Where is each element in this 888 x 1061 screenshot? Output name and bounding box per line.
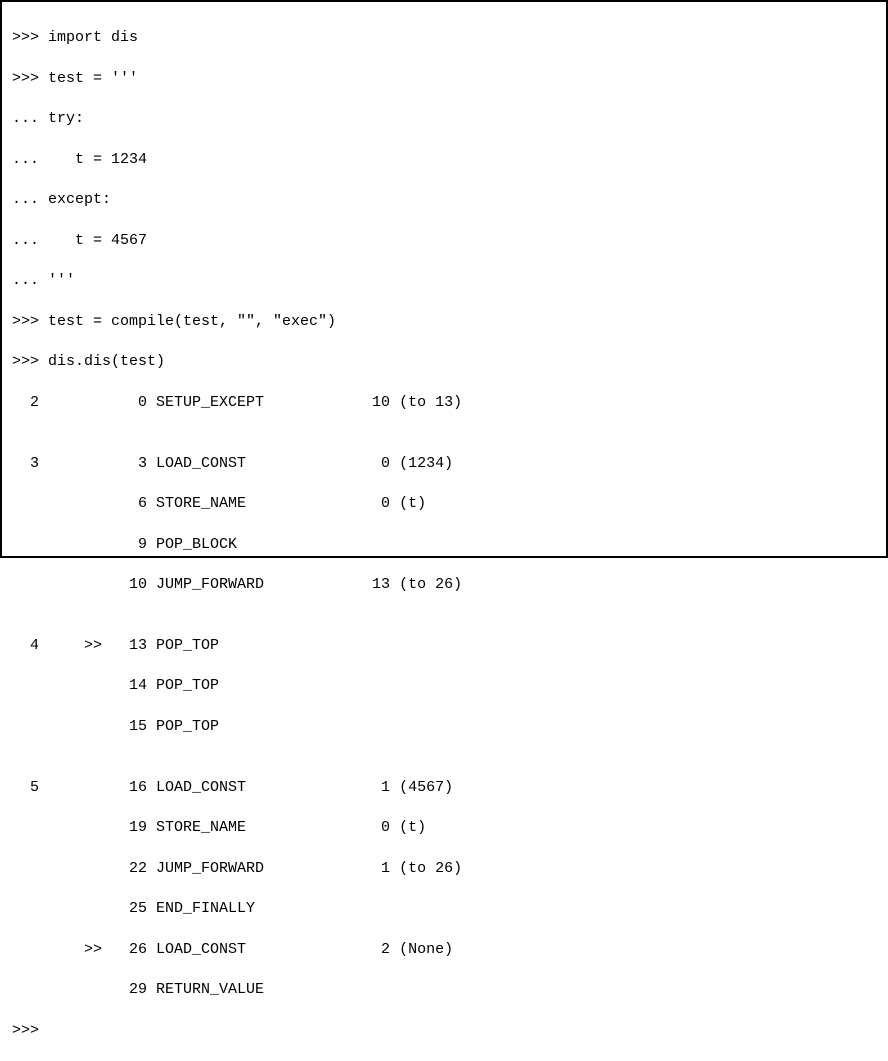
dis-output-line: 10 JUMP_FORWARD 13 (to 26) [12,575,876,595]
dis-output-line: 9 POP_BLOCK [12,535,876,555]
dis-output-line: 15 POP_TOP [12,717,876,737]
dis-output-line: 14 POP_TOP [12,676,876,696]
python-repl-terminal[interactable]: >>> import dis >>> test = ''' ... try: .… [0,0,888,558]
repl-line: ... ''' [12,271,876,291]
repl-line: >>> import dis [12,28,876,48]
dis-output-line: 5 16 LOAD_CONST 1 (4567) [12,778,876,798]
repl-line: ... t = 4567 [12,231,876,251]
repl-line: ... except: [12,190,876,210]
repl-line: ... t = 1234 [12,150,876,170]
dis-output-line: 22 JUMP_FORWARD 1 (to 26) [12,859,876,879]
dis-output-line: 4 >> 13 POP_TOP [12,636,876,656]
repl-line: ... try: [12,109,876,129]
dis-output-line: 19 STORE_NAME 0 (t) [12,818,876,838]
dis-output-line: 25 END_FINALLY [12,899,876,919]
dis-output-line: 3 3 LOAD_CONST 0 (1234) [12,454,876,474]
repl-line: >>> test = compile(test, "", "exec") [12,312,876,332]
dis-output-line: 29 RETURN_VALUE [12,980,876,1000]
repl-prompt: >>> [12,1021,876,1041]
dis-output-line: >> 26 LOAD_CONST 2 (None) [12,940,876,960]
repl-line: >>> dis.dis(test) [12,352,876,372]
dis-output-line: 2 0 SETUP_EXCEPT 10 (to 13) [12,393,876,413]
repl-line: >>> test = ''' [12,69,876,89]
dis-output-line: 6 STORE_NAME 0 (t) [12,494,876,514]
